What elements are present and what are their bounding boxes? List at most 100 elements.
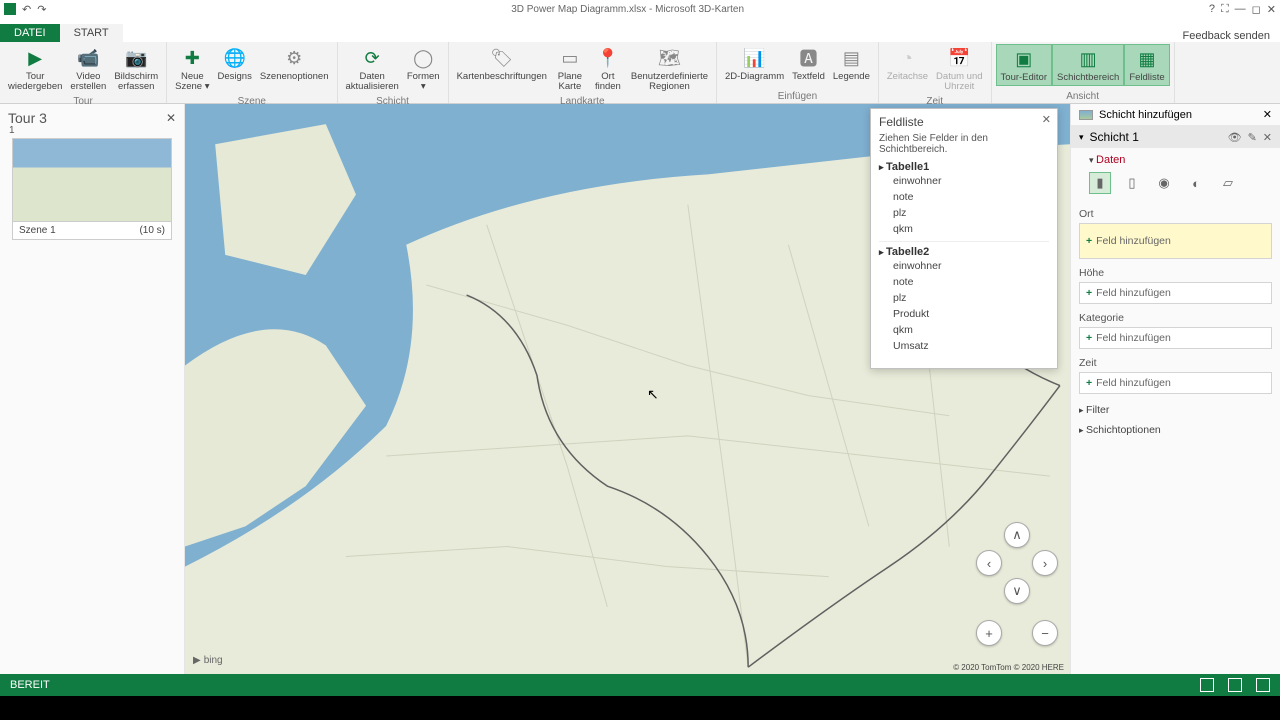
zoom-in-button[interactable]: + (976, 620, 1002, 646)
scene-options-button[interactable]: ⚙Szenenoptionen (256, 44, 333, 84)
minimize-icon[interactable]: — (1235, 3, 1246, 15)
layer-name: Schicht 1 (1090, 130, 1139, 144)
cursor-icon: ↖ (647, 386, 659, 403)
help-icon[interactable]: ? (1209, 3, 1215, 15)
rotate-right-button[interactable]: › (1032, 550, 1058, 576)
layer-edit-icon[interactable]: ✎ (1248, 131, 1257, 144)
title-bar: ↶ ↷ 3D Power Map Diagramm.xlsx - Microso… (0, 0, 1280, 18)
screenshot-button[interactable]: 📷Bildschirmerfassen (110, 44, 162, 95)
layer-visibility-icon[interactable]: 👁 (1228, 131, 1242, 144)
field-note[interactable]: note (879, 274, 1049, 290)
slot-zeit-dropzone[interactable]: +Feld hinzufügen (1079, 372, 1272, 394)
slot-ort-label: Ort (1079, 208, 1272, 220)
scene-number: 1 (9, 125, 15, 136)
redo-icon[interactable]: ↷ (37, 3, 46, 16)
statusbar-view2-icon[interactable] (1228, 678, 1242, 692)
textbox-button[interactable]: 🅰Textfeld (788, 44, 829, 84)
map-canvas[interactable]: ↖ ▶ bing © 2020 TomTom © 2020 HERE ∧ ‹ ›… (185, 104, 1070, 674)
field-qkm[interactable]: qkm (879, 221, 1049, 237)
scene-duration: (10 s) (139, 225, 165, 236)
layer-options-section[interactable]: Schichtoptionen (1071, 420, 1280, 440)
statusbar-view1-icon[interactable] (1200, 678, 1214, 692)
map-labels-button[interactable]: 🏷Kartenbeschriftungen (453, 44, 551, 84)
statusbar-view3-icon[interactable] (1256, 678, 1270, 692)
field-Umsatz[interactable]: Umsatz (879, 338, 1049, 354)
datetime-button: 📅Datum undUhrzeit (932, 44, 986, 95)
designs-icon: 🌐 (223, 46, 247, 70)
zoom-out-button[interactable]: − (1032, 620, 1058, 646)
field-table-Tabelle1[interactable]: Tabelle1 (879, 161, 1049, 173)
find-location-button[interactable]: 📍Ortfinden (589, 44, 627, 95)
viz-bubble-icon[interactable]: ◉ (1153, 172, 1175, 194)
refresh-data-button[interactable]: ⟳Datenaktualisieren (342, 44, 403, 95)
visualization-row: ▮ ▯ ◉ ◐ ▱ (1079, 170, 1272, 202)
layer-delete-icon[interactable]: ✕ (1263, 131, 1272, 144)
layer-header[interactable]: ▾ Schicht 1 👁 ✎ ✕ (1071, 126, 1280, 148)
layer-pane-button[interactable]: ▥Schichtbereich (1052, 44, 1124, 86)
field-qkm[interactable]: qkm (879, 322, 1049, 338)
tilt-down-button[interactable]: ∨ (1004, 578, 1030, 604)
tab-start[interactable]: START (60, 24, 123, 42)
field-plz[interactable]: plz (879, 290, 1049, 306)
chart2d-button[interactable]: 📊2D-Diagramm (721, 44, 788, 84)
scene-thumbnail[interactable]: 1 Szene 1 (10 s) (12, 138, 172, 240)
rotate-left-button[interactable]: ‹ (976, 550, 1002, 576)
textbox-icon: 🅰 (797, 46, 821, 70)
viz-clustered-column-icon[interactable]: ▯ (1121, 172, 1143, 194)
undo-icon[interactable]: ↶ (22, 3, 31, 16)
field-Produkt[interactable]: Produkt (879, 306, 1049, 322)
tab-file[interactable]: DATEI (0, 24, 60, 42)
field-list-button[interactable]: ▦Feldliste (1124, 44, 1169, 86)
layer-pane-icon: ▥ (1076, 47, 1100, 71)
tour-editor-button[interactable]: ▣Tour-Editor (996, 44, 1052, 86)
flat-icon: ▭ (558, 46, 582, 70)
field-table-Tabelle2[interactable]: Tabelle2 (879, 246, 1049, 258)
close-icon[interactable]: ✕ (1267, 3, 1276, 16)
field-note[interactable]: note (879, 189, 1049, 205)
tour-editor-icon: ▣ (1012, 47, 1036, 71)
excel-icon (4, 3, 16, 15)
tour-panel: Tour 3 ✕ 1 Szene 1 (10 s) (0, 104, 185, 674)
layer-panel-close-icon[interactable]: ✕ (1263, 108, 1272, 121)
filter-section[interactable]: Filter (1071, 400, 1280, 420)
maximize-icon[interactable]: ◻ (1252, 3, 1261, 16)
slot-kategorie-dropzone[interactable]: +Feld hinzufügen (1079, 327, 1272, 349)
video-icon: 📹 (76, 46, 100, 70)
window-title: 3D Power Map Diagramm.xlsx - Microsoft 3… (46, 4, 1208, 15)
field-plz[interactable]: plz (879, 205, 1049, 221)
tour-play-button[interactable]: ▶Tourwiedergeben (4, 44, 66, 95)
add-layer-button[interactable]: Schicht hinzufügen ✕ (1071, 104, 1280, 126)
new-scene-button[interactable]: ✚NeueSzene ▾ (171, 44, 213, 95)
black-strip (0, 696, 1280, 720)
video-button[interactable]: 📹Videoerstellen (66, 44, 110, 95)
viz-stacked-column-icon[interactable]: ▮ (1089, 172, 1111, 194)
fullscreen-icon[interactable]: ⛶ (1221, 3, 1229, 16)
slot-ort-dropzone[interactable]: +Feld hinzufügen (1079, 223, 1272, 259)
viz-region-icon[interactable]: ▱ (1217, 172, 1239, 194)
field-einwohner[interactable]: einwohner (879, 173, 1049, 189)
field-list-icon: ▦ (1135, 47, 1159, 71)
field-einwohner[interactable]: einwohner (879, 258, 1049, 274)
status-text: BEREIT (10, 679, 50, 691)
field-list-close-icon[interactable]: ✕ (1042, 113, 1051, 126)
calendar-icon: 📅 (947, 46, 971, 70)
tour-close-icon[interactable]: ✕ (166, 111, 176, 125)
slot-hoehe-label: Höhe (1079, 267, 1272, 279)
field-list-popup: ✕ Feldliste Ziehen Sie Felder in den Sch… (870, 108, 1058, 369)
ribbon-tabs: DATEI START Feedback senden (0, 18, 1280, 42)
slot-hoehe-dropzone[interactable]: +Feld hinzufügen (1079, 282, 1272, 304)
tilt-up-button[interactable]: ∧ (1004, 522, 1030, 548)
tour-title: Tour 3 (8, 110, 47, 126)
field-list-title: Feldliste (879, 115, 1049, 129)
designs-button[interactable]: 🌐Designs (214, 44, 256, 84)
ribbon: ▶Tourwiedergeben 📹Videoerstellen 📷Bildsc… (0, 42, 1280, 104)
shapes-button[interactable]: ◯Formen▾ (403, 44, 444, 95)
viz-heatmap-icon[interactable]: ◐ (1185, 172, 1207, 194)
field-list-subtitle: Ziehen Sie Felder in den Schichtbereich. (879, 133, 1049, 155)
flat-map-button[interactable]: ▭PlaneKarte (551, 44, 589, 95)
data-section-header[interactable]: Daten (1079, 152, 1272, 170)
custom-regions-button[interactable]: 🗺BenutzerdefinierteRegionen (627, 44, 712, 95)
legend-button[interactable]: ▤Legende (829, 44, 874, 84)
chart-icon: 📊 (743, 46, 767, 70)
feedback-link[interactable]: Feedback senden (1183, 30, 1270, 42)
